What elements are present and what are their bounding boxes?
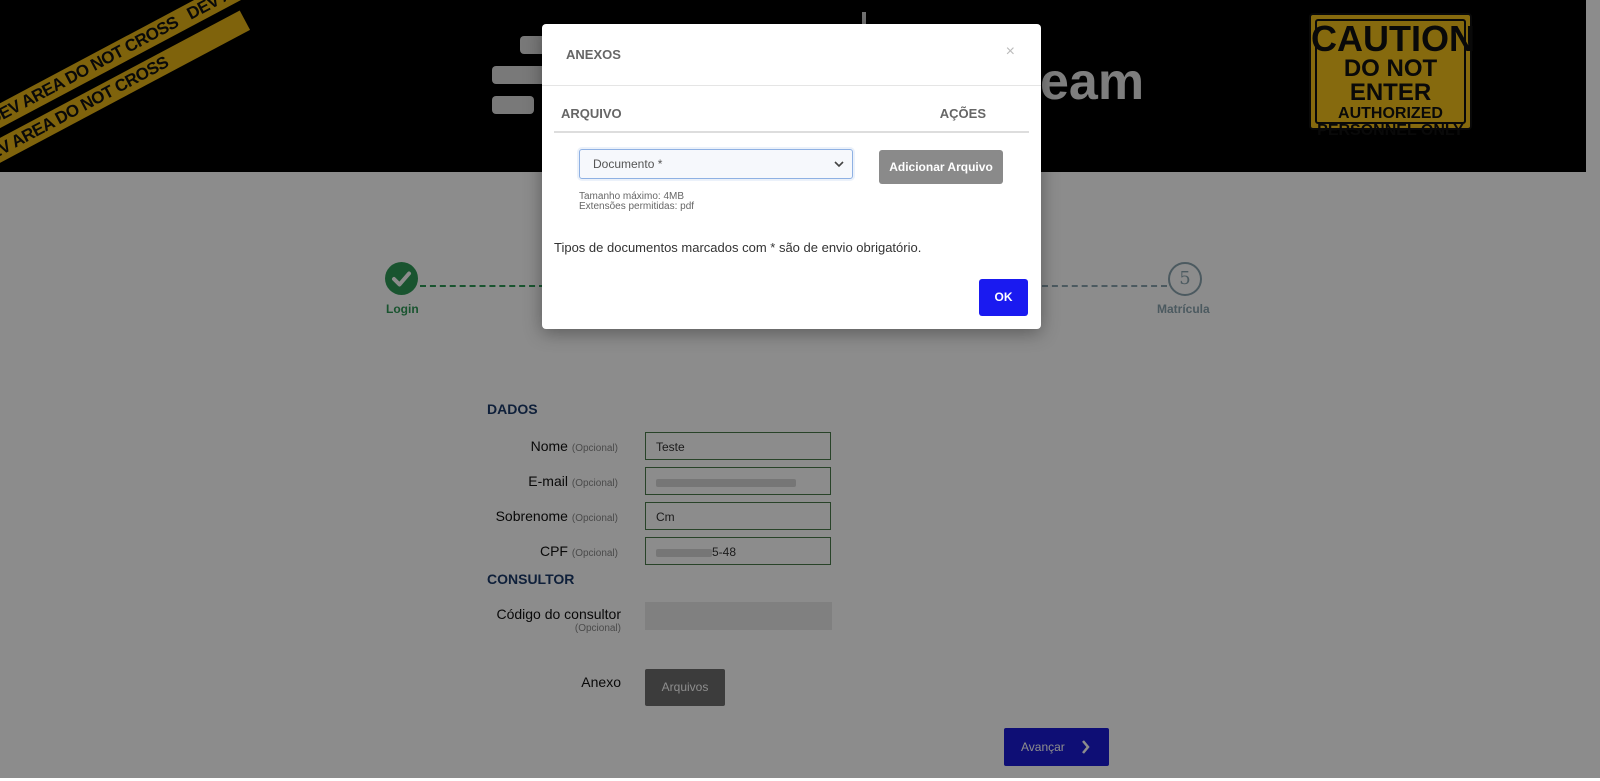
ok-button[interactable]: OK <box>979 279 1028 316</box>
anexos-modal: ANEXOS × ARQUIVO AÇÕES Documento * Adici… <box>542 24 1041 329</box>
modal-title: ANEXOS <box>566 47 621 62</box>
document-type-select[interactable]: Documento * <box>579 149 853 179</box>
chevron-down-icon <box>834 156 844 175</box>
close-icon[interactable]: × <box>1006 43 1015 61</box>
table-header-divider <box>554 131 1029 133</box>
column-header-acoes: AÇÕES <box>939 106 986 121</box>
extensions-hint: Extensões permitidas: pdf <box>579 201 695 212</box>
required-docs-note: Tipos de documentos marcados com * são d… <box>554 240 922 255</box>
column-header-arquivo: ARQUIVO <box>561 106 622 121</box>
add-file-button[interactable]: Adicionar Arquivo <box>879 150 1003 184</box>
modal-header-divider <box>542 85 1041 86</box>
select-value: Documento * <box>593 157 663 171</box>
